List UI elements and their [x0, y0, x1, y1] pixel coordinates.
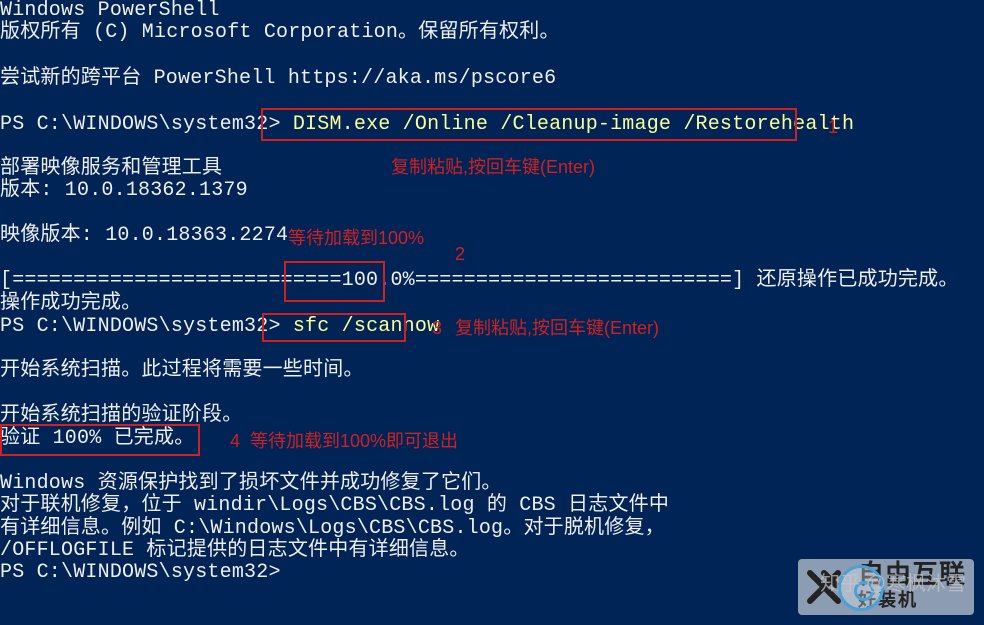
terminal-line: Windows 资源保护找到了损坏文件并成功修复了它们。: [0, 473, 502, 496]
prompt: PS C:\WINDOWS\system32>: [0, 113, 293, 136]
annotation-number-1: 1: [828, 116, 838, 139]
powershell-terminal[interactable]: Windows PowerShell版权所有 (C) Microsoft Cor…: [0, 0, 984, 625]
terminal-line: 对于联机修复，位于 windir\Logs\CBS\CBS.log 的 CBS …: [0, 495, 669, 518]
annotation-number-4: 4: [230, 430, 240, 453]
annotation-number-2: 2: [455, 243, 465, 266]
command-text: DISM.exe /Online /Cleanup-image /Restore…: [293, 113, 854, 136]
terminal-line: 操作成功完成。: [0, 293, 141, 316]
terminal-line: 尝试新的跨平台 PowerShell https://aka.ms/pscore…: [0, 68, 556, 91]
terminal-line: Windows PowerShell: [0, 0, 220, 23]
prompt: PS C:\WINDOWS\system32>: [0, 561, 293, 584]
terminal-line: /OFFLOGFILE 标记提供的日志文件中有详细信息。: [0, 540, 470, 563]
terminal-line: 有详细信息。例如 C:\Windows\Logs\CBS\CBS.log。对于脱…: [0, 518, 665, 541]
terminal-line: 部署映像服务和管理工具: [0, 158, 222, 181]
terminal-line: 开始系统扫描的验证阶段。: [0, 405, 242, 428]
terminal-line: 版权所有 (C) Microsoft Corporation。保留所有权利。: [0, 22, 560, 45]
annotation-number-3: 3: [432, 317, 442, 340]
terminal-line: PS C:\WINDOWS\system32> DISM.exe /Online…: [0, 114, 854, 137]
watermark-overlay-text: 知乎 @寒枫沐雪: [820, 573, 966, 596]
terminal-line: 验证 100% 已完成。: [0, 428, 194, 451]
terminal-line: PS C:\WINDOWS\system32> sfc /scannow: [0, 316, 439, 339]
annotation-note-3: 复制粘贴,按回车键(Enter): [455, 317, 659, 340]
annotation-note-1: 复制粘贴,按回车键(Enter): [391, 156, 595, 179]
terminal-line: 开始系统扫描。此过程将需要一些时间。: [0, 360, 364, 383]
annotation-note-4: 等待加载到100%即可退出: [250, 430, 458, 453]
terminal-line: 版本: 10.0.18362.1379: [0, 180, 248, 203]
annotation-note-2a: 等待加载到100%: [288, 227, 424, 250]
terminal-line: PS C:\WINDOWS\system32>: [0, 562, 293, 585]
terminal-line: [===========================100.0%======…: [0, 270, 959, 293]
prompt: PS C:\WINDOWS\system32>: [0, 315, 293, 338]
terminal-line: 映像版本: 10.0.18363.2274: [0, 225, 288, 248]
command-text: sfc /scannow: [293, 315, 439, 338]
